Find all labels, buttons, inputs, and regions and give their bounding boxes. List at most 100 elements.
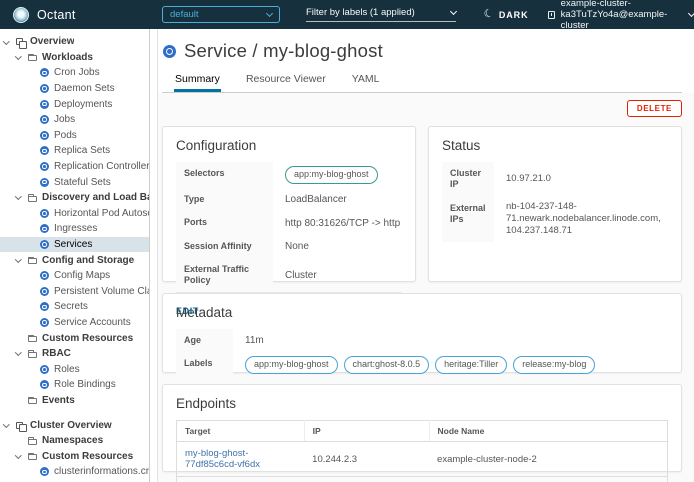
chevron-down-icon <box>688 9 694 16</box>
sidebar-item-icon <box>40 68 54 77</box>
octant-logo-icon <box>13 7 29 23</box>
sidebar-item-label: Secrets <box>54 301 88 312</box>
sidebar-item[interactable]: Jobs <box>0 112 149 128</box>
sidebar-item[interactable]: Workloads <box>0 50 149 66</box>
sidebar-item[interactable]: Horizontal Pod Autoscalers <box>0 206 149 222</box>
sidebar-item-label: RBAC <box>42 348 71 359</box>
sidebar-item-icon <box>28 194 42 202</box>
tab[interactable]: Summary <box>174 73 221 92</box>
configuration-card-title: Configuration <box>176 138 402 153</box>
sidebar-item[interactable]: Discovery and Load Balancing <box>0 190 149 206</box>
theme-toggle[interactable]: ☾ DARK <box>484 9 528 20</box>
app-header: Octant default Filter by labels (1 appli… <box>0 0 694 29</box>
sidebar-item[interactable]: Replication Controllers <box>0 159 149 175</box>
sidebar-item-icon <box>40 467 54 476</box>
sidebar-item-label: Ingresses <box>54 223 97 234</box>
status-row-cluster-ip: Cluster IP 10.97.21.0 <box>442 162 668 197</box>
selector-tag: app:my-blog-ghost <box>285 166 378 184</box>
selectors-label: Selectors <box>176 162 273 188</box>
sidebar-item-label: Roles <box>54 364 80 375</box>
sidebar-item-icon <box>40 365 54 374</box>
delete-button[interactable]: DELETE <box>627 100 682 117</box>
sidebar-item[interactable]: Config Maps <box>0 268 149 284</box>
sidebar-nav: Overview Workloads Cron Jobs Daemon Sets… <box>0 29 150 482</box>
sidebar-item-label: Config and Storage <box>42 255 134 266</box>
sidebar-item-label: Replica Sets <box>54 145 110 156</box>
sidebar-item-label: Overview <box>30 36 74 47</box>
page-title-text: Service / my-blog-ghost <box>184 40 383 62</box>
external-ips-label: External IPs <box>442 197 494 242</box>
sidebar-item[interactable]: clusterinformations.crd.projec <box>0 464 149 480</box>
sidebar-item[interactable]: Overview <box>0 34 149 50</box>
ports-value: http 80:31626/TCP -> http <box>273 211 402 234</box>
sidebar-item-icon <box>40 115 54 124</box>
sidebar-item[interactable]: Role Bindings <box>0 377 149 393</box>
sidebar-item[interactable]: Secrets <box>0 299 149 315</box>
cards-row: Configuration Selectors app:my-blog-ghos… <box>162 126 682 282</box>
endpoints-card-title: Endpoints <box>176 396 668 411</box>
chevron-down-icon[interactable] <box>4 424 16 427</box>
tab[interactable]: YAML <box>351 73 381 92</box>
sidebar-item-label: Persistent Volume Claims <box>54 286 149 297</box>
sidebar-item[interactable]: Cluster Overview <box>0 417 149 433</box>
theme-toggle-label: DARK <box>499 10 529 20</box>
service-icon <box>163 45 176 58</box>
endpoint-target-link[interactable]: my-blog-ghost-77df85c6cd-vf6dx <box>185 448 260 470</box>
sidebar-item[interactable]: RBAC <box>0 346 149 362</box>
sidebar-item-label: Role Bindings <box>54 379 116 390</box>
chevron-down-icon[interactable] <box>4 41 16 44</box>
tab[interactable]: Resource Viewer <box>245 73 327 92</box>
cluster-dropdown[interactable]: example-cluster-ka3TuTzYo4a@example-clus… <box>548 0 694 31</box>
sidebar-item-icon <box>40 146 54 155</box>
sidebar-item[interactable]: Events <box>0 393 149 409</box>
sidebar-item-icon <box>28 396 42 404</box>
status-row-external-ips: External IPs nb-104-237-148-71.newark.no… <box>442 197 668 242</box>
sidebar-item-icon <box>40 178 54 187</box>
chevron-down-icon[interactable] <box>16 259 28 262</box>
namespace-selected-value: default <box>170 9 199 20</box>
metadata-row-labels: Labels app:my-blog-ghostchart:ghost-8.0.… <box>176 352 668 378</box>
config-row-session-affinity: Session Affinity None <box>176 235 402 258</box>
sidebar-item[interactable]: Stateful Sets <box>0 174 149 190</box>
sidebar-item-icon <box>40 100 54 109</box>
sidebar-item-icon <box>16 38 30 45</box>
sidebar-item[interactable]: Replica Sets <box>0 143 149 159</box>
table-column-header: Node Name <box>429 421 667 442</box>
sidebar-item-icon <box>40 84 54 93</box>
endpoint-node-name: example-cluster-node-2 <box>429 442 667 477</box>
sidebar-item[interactable]: Persistent Volume Claims <box>0 284 149 300</box>
sidebar-item[interactable]: Services <box>0 237 149 253</box>
endpoint-ip: 10.244.2.3 <box>304 442 429 477</box>
chevron-down-icon[interactable] <box>16 352 28 355</box>
status-card-title: Status <box>442 138 668 153</box>
sidebar-item[interactable]: Custom Resources <box>0 448 149 464</box>
endpoints-card: Endpoints TargetIPNode Name my-blog-ghos… <box>162 384 682 472</box>
sidebar-item[interactable]: Cron Jobs <box>0 65 149 81</box>
external-traffic-policy-label: External Traffic Policy <box>176 258 273 293</box>
sidebar-item-icon <box>40 287 54 296</box>
sidebar-item[interactable]: Daemon Sets <box>0 81 149 97</box>
sidebar-item-label: Replication Controllers <box>54 161 149 172</box>
namespace-dropdown[interactable]: default <box>162 6 280 23</box>
sidebar-item[interactable]: Namespaces <box>0 433 149 449</box>
sidebar-item-icon <box>16 422 30 429</box>
label-filter[interactable]: Filter by labels (1 applied) <box>306 7 456 22</box>
sidebar-item-label: Custom Resources <box>42 451 133 462</box>
status-card: Status Cluster IP 10.97.21.0 External IP… <box>428 126 682 282</box>
sidebar-item[interactable]: Service Accounts <box>0 315 149 331</box>
sidebar-item[interactable]: Custom Resources <box>0 330 149 346</box>
sidebar-item[interactable]: Pods <box>0 128 149 144</box>
sidebar-item-label: Cluster Overview <box>30 420 112 431</box>
sidebar-item[interactable]: Ingresses <box>0 221 149 237</box>
chevron-down-icon[interactable] <box>16 196 28 199</box>
sidebar-item[interactable]: Config and Storage <box>0 252 149 268</box>
sidebar-item[interactable]: Deployments <box>0 96 149 112</box>
configuration-card: Configuration Selectors app:my-blog-ghos… <box>162 126 416 282</box>
table-row: my-blog-ghost-77df85c6cd-vf6dx 10.244.2.… <box>177 442 668 477</box>
chevron-down-icon[interactable] <box>16 455 28 458</box>
sidebar-item-label: Pods <box>54 130 77 141</box>
sidebar-item-icon <box>40 271 54 280</box>
chevron-down-icon[interactable] <box>16 56 28 59</box>
sidebar-item[interactable]: Roles <box>0 361 149 377</box>
content-scrollbar[interactable] <box>151 29 158 482</box>
